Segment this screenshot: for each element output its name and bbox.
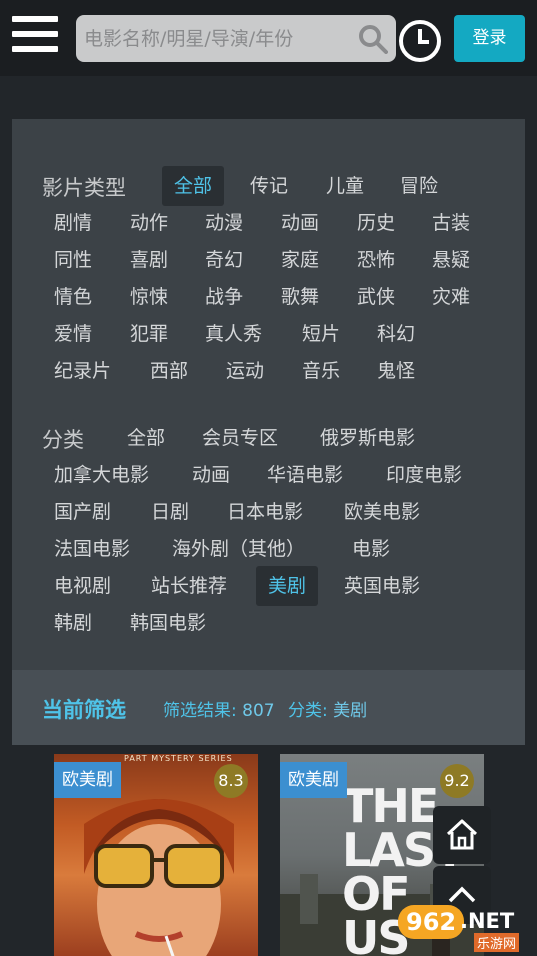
genre-option[interactable]: 历史	[345, 203, 407, 243]
genre-option[interactable]: 儿童	[314, 166, 376, 206]
category-badge: 欧美剧	[280, 762, 347, 798]
genre-option[interactable]: 鬼怪	[365, 351, 427, 391]
category-label: 分类:	[288, 701, 328, 721]
genre-option[interactable]: 同性	[42, 240, 104, 280]
category-option[interactable]: 电影	[340, 529, 402, 569]
genre-option[interactable]: 剧情	[42, 203, 104, 243]
poster-tagline: PART MYSTERY SERIES	[124, 754, 233, 763]
genre-option[interactable]: 科幻	[365, 314, 427, 354]
category-option[interactable]: 印度电影	[374, 455, 474, 495]
category-option[interactable]: 会员专区	[190, 418, 290, 458]
category-option[interactable]: 动画	[180, 455, 242, 495]
filter-panel: 影片类型 全部 传记 儿童 冒险 剧情 动作 动漫 动画 历史 古装 同性 喜剧 奇幻 家庭 恐怖 悬疑 情色 惊悚…	[12, 119, 525, 670]
category-option[interactable]: 韩国电影	[118, 603, 218, 643]
category-option[interactable]: 站长推荐	[139, 566, 239, 606]
category-option[interactable]: 海外剧（其他）	[160, 529, 317, 569]
genre-option[interactable]: 冒险	[388, 166, 450, 206]
login-button[interactable]: 登录	[454, 15, 525, 62]
category-option[interactable]: 电视剧	[42, 566, 123, 606]
category-option[interactable]: 英国电影	[332, 566, 432, 606]
genre-option[interactable]: 爱情	[42, 314, 104, 354]
genre-option[interactable]: 西部	[138, 351, 200, 391]
category-option[interactable]: 韩剧	[42, 603, 104, 643]
genre-option[interactable]: 歌舞	[269, 277, 331, 317]
watermark-brand: 962	[398, 905, 465, 939]
genre-option[interactable]: 传记	[238, 166, 300, 206]
current-filter-title: 当前筛选	[42, 698, 126, 722]
genre-option[interactable]: 动作	[118, 203, 180, 243]
search-icon[interactable]	[358, 24, 388, 54]
watermark-net: .NET	[460, 909, 515, 933]
history-clock-icon[interactable]	[397, 18, 443, 64]
result-count: 807	[242, 701, 275, 721]
genre-option[interactable]: 全部	[162, 166, 225, 206]
result-label: 筛选结果:	[163, 701, 237, 721]
movie-card[interactable]: PART MYSTERY SERIES 欧美剧 8.3	[54, 754, 258, 956]
category-option[interactable]: 美剧	[256, 566, 319, 606]
genre-option[interactable]: 灾难	[420, 277, 482, 317]
genre-option[interactable]: 犯罪	[118, 314, 180, 354]
genre-option[interactable]: 武侠	[345, 277, 407, 317]
genre-option[interactable]: 喜剧	[118, 240, 180, 280]
genre-option[interactable]: 家庭	[269, 240, 331, 280]
category-option[interactable]: 华语电影	[255, 455, 355, 495]
genre-option[interactable]: 悬疑	[420, 240, 482, 280]
category-option[interactable]: 全部	[115, 418, 177, 458]
search-input[interactable]	[76, 15, 356, 62]
category-label: 分类	[42, 428, 84, 452]
search-box[interactable]	[76, 15, 396, 62]
category-option[interactable]: 法国电影	[42, 529, 142, 569]
current-filter-bar: 当前筛选 筛选结果: 807 分类: 美剧	[12, 670, 525, 745]
genre-option[interactable]: 真人秀	[193, 314, 274, 354]
rating-score: 8.3	[214, 764, 248, 798]
poster-image	[84, 799, 234, 956]
rating-score: 9.2	[440, 764, 474, 798]
genre-label: 影片类型	[42, 176, 126, 200]
home-button[interactable]	[433, 806, 491, 864]
watermark-sub: 乐游网	[474, 933, 520, 952]
genre-option[interactable]: 音乐	[290, 351, 352, 391]
category-option[interactable]: 日剧	[139, 492, 201, 532]
genre-option[interactable]: 战争	[193, 277, 255, 317]
category-value: 美剧	[333, 701, 368, 721]
top-header: 登录	[0, 0, 537, 76]
category-option[interactable]: 国产剧	[42, 492, 123, 532]
category-option[interactable]: 加拿大电影	[42, 455, 161, 495]
genre-option[interactable]: 古装	[420, 203, 482, 243]
category-badge: 欧美剧	[54, 762, 121, 798]
genre-option[interactable]: 恐怖	[345, 240, 407, 280]
genre-option[interactable]: 惊悚	[118, 277, 180, 317]
genre-option[interactable]: 动漫	[193, 203, 255, 243]
home-icon	[446, 819, 478, 850]
category-option[interactable]: 日本电影	[215, 492, 315, 532]
genre-option[interactable]: 短片	[290, 314, 352, 354]
site-watermark-logo: 962 .NET 乐游网	[398, 905, 537, 956]
genre-option[interactable]: 纪录片	[42, 351, 123, 391]
hamburger-menu-icon[interactable]	[12, 16, 58, 58]
genre-option[interactable]: 奇幻	[193, 240, 255, 280]
current-filter-info: 筛选结果: 807 分类: 美剧	[163, 696, 367, 721]
category-option[interactable]: 欧美电影	[332, 492, 432, 532]
genre-option[interactable]: 动画	[269, 203, 331, 243]
genre-option[interactable]: 情色	[42, 277, 104, 317]
category-option[interactable]: 俄罗斯电影	[308, 418, 427, 458]
genre-option[interactable]: 运动	[214, 351, 276, 391]
